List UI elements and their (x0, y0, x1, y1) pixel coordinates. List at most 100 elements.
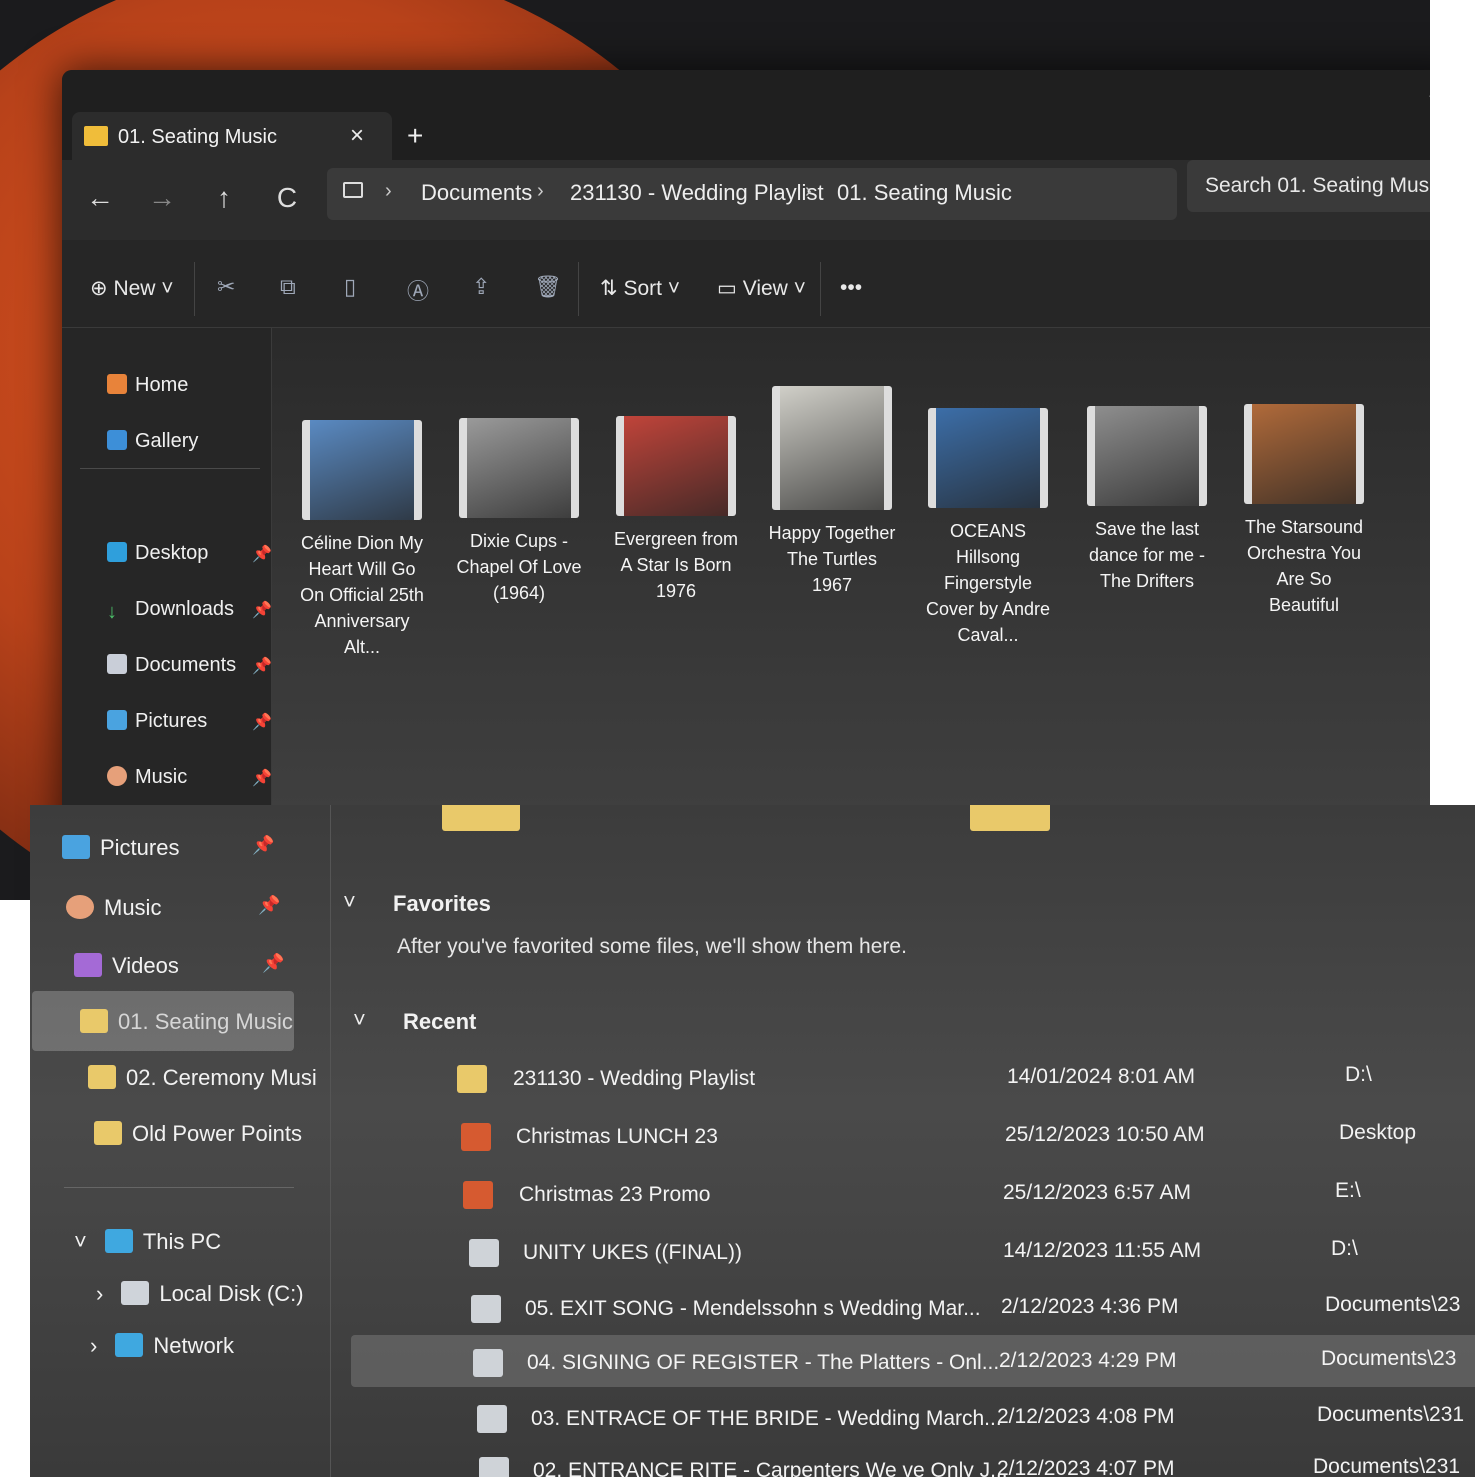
video-title: Dixie Cups - Chapel Of Love (1964) (456, 531, 582, 603)
explorer-window: 01. Seating Music × + – ← → ↑ C › Docume… (62, 70, 1430, 900)
thumbnail-image (936, 408, 1040, 508)
up-button[interactable]: ↑ (204, 182, 244, 214)
view-icon: ▭ (717, 277, 743, 300)
recent-row[interactable]: 231130 - Wedding Playlist 14/01/2024 8:0… (351, 1051, 1475, 1103)
sidebar-item-this-pc[interactable]: ˅ This PC (74, 1229, 221, 1255)
view-button[interactable]: ▭ View ˅ (717, 276, 806, 301)
sidebar-item-desktop[interactable]: Desktop (107, 542, 208, 565)
sidebar-item-videos[interactable]: Videos (74, 953, 179, 979)
video-file[interactable]: Save the last dance for me - The Drifter… (1083, 406, 1211, 594)
music-icon (107, 766, 127, 786)
sidebar-item-local-disk[interactable]: › Local Disk (C:) (96, 1281, 304, 1307)
more-options-button[interactable]: ••• (840, 276, 862, 300)
share-icon[interactable]: ⇪ (472, 274, 490, 300)
folder-icon (80, 1009, 108, 1033)
sidebar-label: Home (135, 374, 189, 396)
navigation-row: ← → ↑ C › Documents › 231130 - Wedding P… (62, 160, 1430, 240)
close-tab-icon[interactable]: × (350, 122, 364, 150)
delete-icon[interactable]: 🗑 (534, 274, 562, 300)
video-thumbnail (772, 386, 892, 510)
sidebar-divider (80, 468, 260, 469)
recent-name: 231130 - Wedding Playlist (513, 1067, 756, 1090)
breadcrumb-seating-music[interactable]: 01. Seating Music (837, 180, 1012, 206)
pin-icon: 📌 (252, 602, 272, 619)
this-pc-icon (104, 1229, 133, 1253)
thumbnail-image (1252, 404, 1356, 504)
forward-button[interactable]: → (142, 182, 182, 214)
new-button[interactable]: ⊕ New ˅ (90, 276, 174, 301)
folder-icon (88, 1065, 116, 1089)
chevron-right-icon[interactable]: › (90, 1333, 97, 1358)
recent-location: E:\ (1335, 1179, 1361, 1202)
divider (578, 262, 579, 316)
sidebar-item-music[interactable]: Music (107, 766, 187, 789)
pin-icon: 📌 (252, 658, 272, 675)
favorites-header[interactable]: Favorites (393, 891, 491, 917)
refresh-button[interactable]: C (267, 182, 307, 214)
recent-row[interactable]: Christmas 23 Promo 25/12/2023 6:57 AM E:… (351, 1167, 1475, 1219)
sidebar-label: Gallery (135, 430, 199, 452)
divider (820, 262, 821, 316)
sort-button[interactable]: ⇅ Sort ˅ (600, 276, 680, 301)
video-file[interactable]: Céline Dion My Heart Will Go On Official… (298, 420, 426, 660)
recent-row[interactable]: 02. ENTRANCE RITE - Carpenters We ve Onl… (351, 1443, 1475, 1477)
home-content: ˅ Favorites After you've favorited some … (330, 805, 1475, 1477)
tab-title: 01. Seating Music (118, 126, 277, 148)
sidebar-item-music[interactable]: Music (66, 895, 161, 921)
view-label: View (742, 277, 788, 300)
chevron-down-icon[interactable]: ˅ (343, 889, 356, 915)
paste-icon[interactable]: ▯ (344, 274, 356, 300)
chevron-right-icon[interactable]: › (96, 1281, 103, 1306)
sidebar-item-seating-music[interactable]: 01. Seating Music (80, 1009, 293, 1035)
sidebar-item-old-power-points[interactable]: Old Power Points (94, 1121, 302, 1147)
sidebar-item-downloads[interactable]: ↓ Downloads (107, 598, 234, 623)
sidebar-item-pictures[interactable]: Pictures (62, 835, 179, 861)
pin-icon: 📌 (252, 546, 272, 563)
copy-icon[interactable]: ⧉ (280, 274, 296, 300)
recent-date: 25/12/2023 6:57 AM (1003, 1181, 1191, 1204)
back-button[interactable]: ← (80, 182, 120, 214)
breadcrumb-documents[interactable]: Documents (421, 180, 532, 206)
recent-row[interactable]: UNITY UKES ((FINAL)) 14/12/2023 11:55 AM… (351, 1225, 1475, 1277)
recent-row-selected[interactable]: 04. SIGNING OF REGISTER - The Platters -… (351, 1335, 1475, 1387)
sidebar-item-gallery[interactable]: Gallery (107, 430, 198, 453)
recent-location: D:\ (1345, 1063, 1372, 1086)
home-icon (107, 374, 127, 394)
video-thumbnail (616, 416, 736, 516)
videos-icon (74, 953, 102, 977)
chevron-down-icon[interactable]: ˅ (74, 1229, 87, 1254)
search-box[interactable]: Search 01. Seating Music (1187, 160, 1430, 212)
video-file[interactable]: Happy Together The Turtles 1967 (768, 386, 896, 598)
sidebar-item-documents[interactable]: Documents (107, 654, 236, 677)
sidebar-item-home[interactable]: Home (107, 374, 188, 397)
rename-icon[interactable]: Ⓐ (407, 274, 429, 306)
media-file-icon (473, 1349, 503, 1377)
tab-seating-music[interactable]: 01. Seating Music × (72, 112, 392, 162)
video-file[interactable]: Dixie Cups - Chapel Of Love (1964) (455, 418, 583, 606)
sidebar-item-network[interactable]: › Network (90, 1333, 234, 1359)
address-bar[interactable]: › Documents › 231130 - Wedding Playlist … (327, 168, 1177, 220)
new-tab-button[interactable]: + (407, 120, 423, 152)
breadcrumb-separator: › (805, 180, 812, 202)
recent-date: 14/12/2023 11:55 AM (1003, 1239, 1202, 1262)
video-file[interactable]: Evergreen from A Star Is Born 1976 (612, 416, 740, 604)
recent-date: 2/12/2023 4:07 PM (997, 1457, 1175, 1477)
chevron-down-icon[interactable]: ˅ (353, 1007, 366, 1033)
pin-icon: 📌 (258, 895, 281, 915)
recent-date: 2/12/2023 4:08 PM (997, 1405, 1175, 1428)
sidebar-item-ceremony-music[interactable]: 02. Ceremony Musi (88, 1065, 317, 1091)
recent-row[interactable]: 05. EXIT SONG - Mendelssohn s Wedding Ma… (351, 1281, 1475, 1333)
recent-date: 2/12/2023 4:29 PM (999, 1349, 1177, 1372)
sidebar-label: Downloads (135, 598, 234, 620)
video-file[interactable]: OCEANS Hillsong Fingerstyle Cover by And… (924, 408, 1052, 648)
cut-icon[interactable]: ✂ (217, 274, 235, 300)
folder-icon (84, 126, 108, 146)
sidebar-item-pictures[interactable]: Pictures (107, 710, 207, 733)
recent-header[interactable]: Recent (403, 1009, 476, 1035)
recent-row[interactable]: 03. ENTRACE OF THE BRIDE - Wedding March… (351, 1391, 1475, 1443)
pictures-icon (62, 835, 90, 859)
video-file[interactable]: The Starsound Orchestra You Are So Beaut… (1240, 404, 1368, 618)
downloads-icon: ↓ (107, 601, 117, 623)
breadcrumb-wedding-playlist[interactable]: 231130 - Wedding Playlist (570, 180, 824, 206)
recent-row[interactable]: Christmas LUNCH 23 25/12/2023 10:50 AM D… (351, 1109, 1475, 1161)
